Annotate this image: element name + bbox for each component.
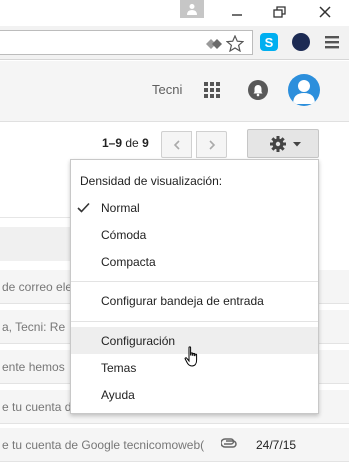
checkmark-icon — [77, 202, 90, 213]
menu-separator — [71, 281, 318, 282]
translate-icon[interactable] — [204, 37, 224, 51]
menu-separator — [71, 321, 318, 322]
settings-button[interactable] — [247, 129, 319, 158]
bookmark-star-icon[interactable] — [226, 35, 244, 52]
chevron-right-icon — [209, 140, 216, 150]
browser-menu-icon[interactable] — [325, 34, 339, 50]
avatar[interactable] — [288, 74, 320, 106]
address-bar[interactable] — [0, 30, 253, 55]
pagination-range: 1–9 — [102, 136, 123, 150]
menu-item-label: Cómoda — [101, 228, 147, 242]
menu-item-label: Ayuda — [101, 388, 135, 402]
skype-extension-icon[interactable]: S — [259, 32, 279, 52]
notifications-bell-icon[interactable] — [248, 80, 268, 100]
menu-item-configure-inbox[interactable]: Configurar bandeja de entrada — [71, 287, 318, 314]
email-snippet: de correo ele — [2, 280, 73, 294]
menu-item-density-normal[interactable]: Normal — [71, 194, 318, 221]
account-name[interactable]: Tecni — [152, 82, 182, 97]
extension-icon[interactable] — [291, 32, 311, 52]
close-window-icon[interactable] — [316, 4, 334, 20]
attachment-icon — [221, 438, 237, 448]
hand-cursor-icon — [184, 346, 198, 367]
menu-item-label: Configurar bandeja de entrada — [101, 294, 264, 308]
divider — [0, 217, 70, 218]
newer-page-button[interactable] — [161, 131, 192, 158]
menu-item-label: Compacta — [101, 255, 156, 269]
email-snippet: e tu cuenta de Google tecnicomoweb( — [2, 438, 205, 452]
menu-item-density-compact[interactable]: Compacta — [71, 248, 318, 275]
pagination-total: 9 — [142, 136, 149, 150]
svg-text:S: S — [265, 35, 274, 50]
email-row[interactable]: e tu cuenta de Google tecnicomoweb( 24/7… — [0, 428, 349, 462]
density-heading: Densidad de visualización: — [80, 174, 223, 188]
pagination-count: 1–9 de 9 — [102, 136, 149, 150]
gear-icon — [270, 136, 286, 152]
user-profile-icon[interactable] — [180, 0, 204, 18]
older-page-button[interactable] — [196, 131, 227, 158]
minimize-icon[interactable] — [228, 4, 246, 20]
restore-icon[interactable] — [270, 4, 288, 20]
email-snippet: ente hemos — [2, 360, 65, 374]
settings-dropdown-menu: Densidad de visualización: Normal Cómoda… — [70, 159, 319, 414]
menu-item-density-comfortable[interactable]: Cómoda — [71, 221, 318, 248]
email-snippet: e tu cuenta d — [2, 400, 72, 414]
menu-item-label: Temas — [101, 361, 137, 375]
apps-grid-icon[interactable] — [204, 82, 220, 98]
menu-item-label: Normal — [101, 201, 140, 215]
window-title-bar — [0, 0, 349, 26]
pagination-of: de — [125, 136, 139, 150]
menu-item-help[interactable]: Ayuda — [71, 381, 318, 408]
menu-item-label: Configuración — [101, 334, 176, 348]
email-date: 24/7/15 — [256, 438, 297, 452]
section-header — [0, 227, 70, 261]
chevron-down-icon — [293, 142, 301, 147]
chevron-left-icon — [173, 140, 180, 150]
email-snippet: a, Tecni: Re — [2, 320, 66, 334]
browser-toolbar: S — [0, 26, 349, 60]
gmail-header: Tecni — [0, 61, 349, 122]
